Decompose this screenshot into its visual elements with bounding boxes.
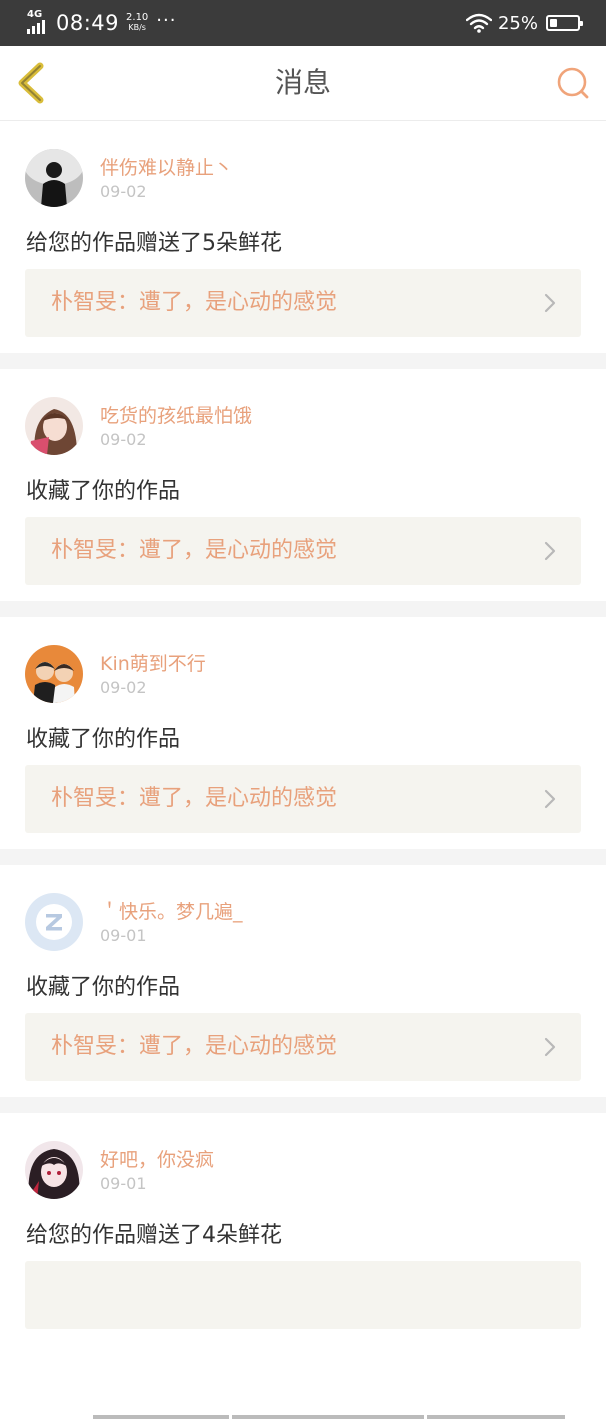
network-speed-value: 2.10 xyxy=(126,12,149,23)
message-item[interactable]: 好吧，你没疯 09-01 给您的作品赠送了4朵鲜花 xyxy=(0,1113,606,1419)
battery-percent: 25% xyxy=(497,12,538,34)
work-link[interactable]: 朴智旻：遭了，是心动的感觉 xyxy=(25,517,581,585)
message-item[interactable]: 伴伤难以静止丶 09-02 给您的作品赠送了5朵鲜花 朴智旻：遭了，是心动的感觉 xyxy=(0,121,606,353)
message-item[interactable]: ＇快乐。梦几遍_ 09-01 收藏了你的作品 朴智旻：遭了，是心动的感觉 xyxy=(0,865,606,1097)
username[interactable]: 好吧，你没疯 xyxy=(100,1145,214,1172)
message-date: 09-01 xyxy=(100,1174,147,1193)
page-title: 消息 xyxy=(274,66,331,99)
chevron-right-icon xyxy=(544,541,556,561)
network-speed-unit: KB/s xyxy=(128,23,146,32)
message-date: 09-02 xyxy=(100,678,147,697)
divider xyxy=(0,1097,606,1113)
search-icon xyxy=(557,67,589,99)
work-link[interactable]: 朴智旻：遭了，是心动的感觉 xyxy=(25,269,581,337)
username[interactable]: Kin萌到不行 xyxy=(100,649,206,676)
chevron-right-icon xyxy=(544,789,556,809)
avatar[interactable] xyxy=(25,645,83,703)
username[interactable]: 吃货的孩纸最怕饿 xyxy=(100,401,252,428)
work-title: 朴智旻：遭了，是心动的感觉 xyxy=(51,786,338,811)
avatar[interactable] xyxy=(25,397,83,455)
battery-level xyxy=(550,19,557,27)
message-list: 伴伤难以静止丶 09-02 给您的作品赠送了5朵鲜花 朴智旻：遭了，是心动的感觉… xyxy=(0,121,606,1419)
work-title: 朴智旻：遭了，是心动的感觉 xyxy=(51,290,338,315)
network-speed: 2.10 KB/s xyxy=(126,13,148,33)
message-text: 收藏了你的作品 xyxy=(26,975,181,1000)
divider xyxy=(0,353,606,369)
work-link[interactable]: 朴智旻：遭了，是心动的感觉 xyxy=(25,765,581,833)
message-text: 给您的作品赠送了5朵鲜花 xyxy=(26,231,282,256)
wifi-icon xyxy=(465,13,492,33)
divider xyxy=(0,601,606,617)
username[interactable]: 伴伤难以静止丶 xyxy=(100,153,233,180)
status-left: 4G 08:49 2.10 KB/s ··· xyxy=(26,0,176,46)
divider xyxy=(0,849,606,865)
status-bar: 4G 08:49 2.10 KB/s ··· 25% xyxy=(0,0,606,46)
work-preview xyxy=(93,1415,565,1419)
chevron-right-icon xyxy=(544,293,556,313)
avatar[interactable] xyxy=(25,149,83,207)
username[interactable]: ＇快乐。梦几遍_ xyxy=(100,897,243,924)
search-button[interactable] xyxy=(554,64,592,102)
avatar[interactable] xyxy=(25,893,83,951)
more-notifications-icon: ··· xyxy=(156,9,177,31)
chevron-right-icon xyxy=(544,1037,556,1057)
message-date: 09-01 xyxy=(100,926,147,945)
message-date: 09-02 xyxy=(100,182,147,201)
message-text: 收藏了你的作品 xyxy=(26,479,181,504)
clock: 08:49 xyxy=(56,11,120,35)
message-item[interactable]: Kin萌到不行 09-02 收藏了你的作品 朴智旻：遭了，是心动的感觉 xyxy=(0,617,606,849)
signal-icon: 4G xyxy=(26,9,52,35)
battery-icon xyxy=(546,15,583,31)
message-text: 收藏了你的作品 xyxy=(26,727,181,752)
avatar[interactable] xyxy=(25,1141,83,1199)
message-item[interactable]: 吃货的孩纸最怕饿 09-02 收藏了你的作品 朴智旻：遭了，是心动的感觉 xyxy=(0,369,606,601)
message-text: 给您的作品赠送了4朵鲜花 xyxy=(26,1223,282,1248)
work-title: 朴智旻：遭了，是心动的感觉 xyxy=(51,1034,338,1059)
work-title: 朴智旻：遭了，是心动的感觉 xyxy=(51,538,338,563)
message-date: 09-02 xyxy=(100,430,147,449)
work-link[interactable] xyxy=(25,1261,581,1419)
work-link[interactable]: 朴智旻：遭了，是心动的感觉 xyxy=(25,1013,581,1081)
nav-bar: 消息 xyxy=(0,46,606,121)
status-right: 25% xyxy=(465,0,583,46)
